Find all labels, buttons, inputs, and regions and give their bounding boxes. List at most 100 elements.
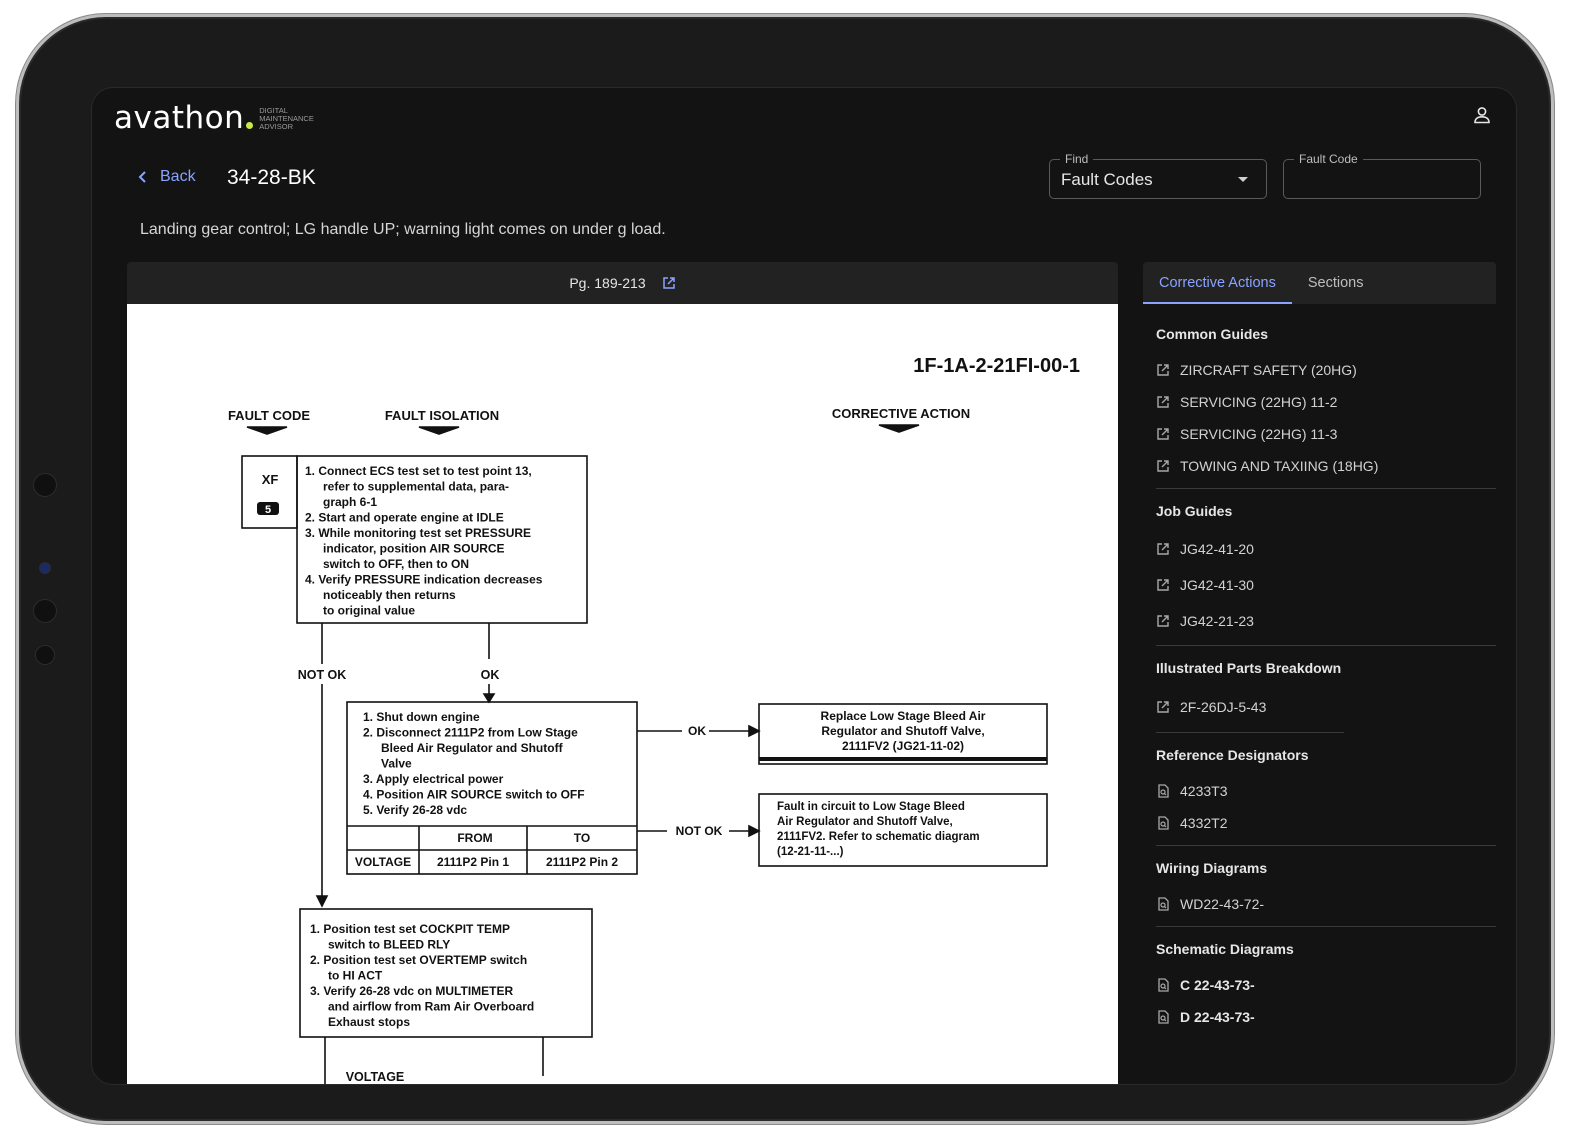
panel-link-item[interactable]: D 22-43-73- (1156, 1001, 1496, 1033)
caret-down-icon (1238, 177, 1248, 182)
panel-link-item[interactable]: JG42-41-20 (1156, 531, 1496, 567)
panel-link-label: 4233T3 (1180, 783, 1228, 799)
panel-section-ipb: Illustrated Parts Breakdown 2F-26DJ-5-43 (1143, 646, 1496, 732)
section-title: Job Guides (1156, 503, 1233, 519)
page-range: Pg. 189-213 (569, 275, 646, 291)
document-text-line: to original value (323, 604, 415, 618)
ok-label: OK (481, 668, 500, 682)
document-text-line: 1. Connect ECS test set to test point 13… (305, 464, 532, 478)
panel-body: Common Guides ZIRCRAFT SAFETY (20HG) SERVI… (1143, 304, 1496, 1039)
section-title: Illustrated Parts Breakdown (1156, 660, 1342, 676)
document-text-line: 3. Apply electrical power (363, 772, 504, 786)
document-text-line: Air Regulator and Shutoff Valve, (777, 816, 953, 828)
document-search-icon (1158, 816, 1169, 830)
sensor-dot (33, 473, 57, 497)
fault-code-number: 5 (265, 504, 271, 516)
document-text-line: and airflow from Ram Air Overboard (328, 1000, 534, 1014)
sensor-dot (35, 645, 55, 665)
back-button[interactable]: Back (138, 168, 196, 186)
back-label: Back (160, 168, 196, 185)
tab-corrective-actions[interactable]: Corrective Actions (1143, 262, 1292, 304)
panel-link-label: ZIRCRAFT SAFETY (20HG) (1180, 362, 1357, 378)
logo-tagline-line: ADVISOR (259, 122, 294, 131)
document-text-line: 1. Shut down engine (363, 710, 480, 724)
panel-section-ref-designators: Reference Designators 4233T3 4332T2 (1143, 733, 1496, 845)
step2-text: 1. Shut down engine 2. Disconnect 2111P2 … (363, 710, 585, 817)
document-text-line: Valve (381, 757, 412, 771)
logo-dot (246, 121, 254, 129)
document-text-line: noticeably then returns (323, 588, 456, 602)
open-external-icon (1157, 428, 1169, 440)
panel-section-schematic: Schematic Diagrams C 22-43-73- D 22-43-73- (1143, 927, 1496, 1039)
logo: avathon DIGITAL MAINTENANCE ADVISOR (114, 100, 314, 136)
panel-link-item[interactable]: WD22-43-72- (1156, 888, 1496, 920)
logo-tagline: DIGITAL MAINTENANCE ADVISOR (259, 107, 314, 131)
fault-id-title: 34-28-BK (227, 166, 316, 189)
panel-link-label: 4332T2 (1180, 815, 1228, 831)
document-text-line: refer to supplemental data, para- (323, 480, 509, 494)
camera-icon (39, 562, 51, 574)
open-external-icon (1157, 579, 1169, 591)
panel-link-item[interactable]: TOWING AND TAXIING (18HG) (1156, 450, 1496, 482)
panel-link-item[interactable]: 2F-26DJ-5-43 (1156, 688, 1496, 726)
find-value: Fault Codes (1061, 170, 1153, 189)
sensor-dot (33, 599, 57, 623)
action-ok-text: Replace Low Stage Bleed AirRegulator and… (821, 709, 986, 753)
panel-link-item[interactable]: ZIRCRAFT SAFETY (20HG) (1156, 354, 1496, 386)
logo-word: avathon (114, 100, 245, 136)
panel-link-label: JG42-41-30 (1180, 577, 1254, 593)
user-account-icon[interactable] (1472, 105, 1492, 125)
panel-link-item[interactable]: JG42-21-23 (1156, 603, 1496, 639)
col-fault-code: FAULT CODE (228, 408, 310, 423)
document-text-line: 3. Verify 26-28 vdc on MULTIMETER (310, 984, 513, 998)
fault-code-input[interactable]: Fault Code (1283, 152, 1481, 199)
document-search-icon (1158, 897, 1169, 911)
tab-sections[interactable]: Sections (1292, 262, 1380, 304)
panel-section-common-guides: Common Guides ZIRCRAFT SAFETY (20HG) SERVI… (1143, 304, 1496, 488)
app-screen: avathon DIGITAL MAINTENANCE ADVISOR Back… (91, 87, 1517, 1085)
panel-section-wiring: Wiring Diagrams WD22-43-72- (1143, 846, 1496, 926)
doc-number: 1F-1A-2-21FI-00-1 (913, 355, 1080, 377)
section-title: Common Guides (1156, 326, 1269, 342)
document-page: 1F-1A-2-21FI-00-1 FAULT CODE FAULT ISOLA… (127, 304, 1118, 1084)
document-text-line: switch to BLEED RLY (328, 938, 450, 952)
document-text-line: 2. Position test set OVERTEMP switch (310, 953, 527, 967)
panel-link-item[interactable]: JG42-41-30 (1156, 567, 1496, 603)
chevron-left-icon (138, 171, 146, 183)
not-ok-label: NOT OK (298, 668, 347, 682)
table-voltage: VOLTAGE (355, 855, 411, 869)
document-text-line: switch to OFF, then to ON (323, 557, 469, 571)
document-search-icon (1158, 978, 1169, 992)
step1-text: 1. Connect ECS test set to test point 13… (305, 464, 543, 618)
document-text-line: indicator, position AIR SOURCE (323, 542, 505, 556)
section-title: Reference Designators (1156, 747, 1309, 763)
document-text-line: 3. While monitoring test set PRESSURE (305, 526, 531, 540)
open-external-icon (1157, 701, 1169, 713)
step3-text: 1. Position test set COCKPIT TEMP switch … (310, 922, 534, 1029)
panel-tabs: Corrective Actions Sections (1143, 262, 1496, 304)
not-ok-arrow-label: NOT OK (676, 824, 723, 838)
col-corrective-action: CORRECTIVE ACTION (832, 406, 970, 421)
document-text-line: Bleed Air Regulator and Shutoff (381, 741, 564, 755)
panel-link-label: 2F-26DJ-5-43 (1180, 699, 1267, 715)
document-text-line: to HI ACT (328, 969, 383, 983)
open-external-icon (1157, 460, 1169, 472)
panel-link-label: TOWING AND TAXIING (18HG) (1180, 458, 1379, 474)
open-external-icon (1157, 615, 1169, 627)
document-text-line: Fault in circuit to Low Stage Bleed (777, 801, 965, 813)
panel-link-item[interactable]: SERVICING (22HG) 11-3 (1156, 418, 1496, 450)
panel-link-item[interactable]: 4332T2 (1156, 807, 1496, 839)
find-select[interactable]: Find Fault Codes (1049, 152, 1267, 199)
table-to-value: 2111P2 Pin 2 (546, 855, 618, 869)
fault-code-label: Fault Code (1294, 152, 1363, 166)
panel-link-item[interactable]: 4233T3 (1156, 775, 1496, 807)
document-text-line: 1. Position test set COCKPIT TEMP (310, 922, 510, 936)
panel-link-item[interactable]: C 22-43-73- (1156, 969, 1496, 1001)
fault-isolation-diagram: 1F-1A-2-21FI-00-1 FAULT CODE FAULT ISOLA… (228, 355, 1080, 1084)
panel-link-item[interactable]: SERVICING (22HG) 11-2 (1156, 386, 1496, 418)
document-text-line: 4. Position AIR SOURCE switch to OFF (363, 788, 585, 802)
panel-link-label: WD22-43-72- (1180, 896, 1265, 912)
open-external-icon[interactable] (662, 276, 676, 290)
section-title: Schematic Diagrams (1156, 941, 1294, 957)
panel-link-label: C 22-43-73- (1180, 977, 1255, 993)
